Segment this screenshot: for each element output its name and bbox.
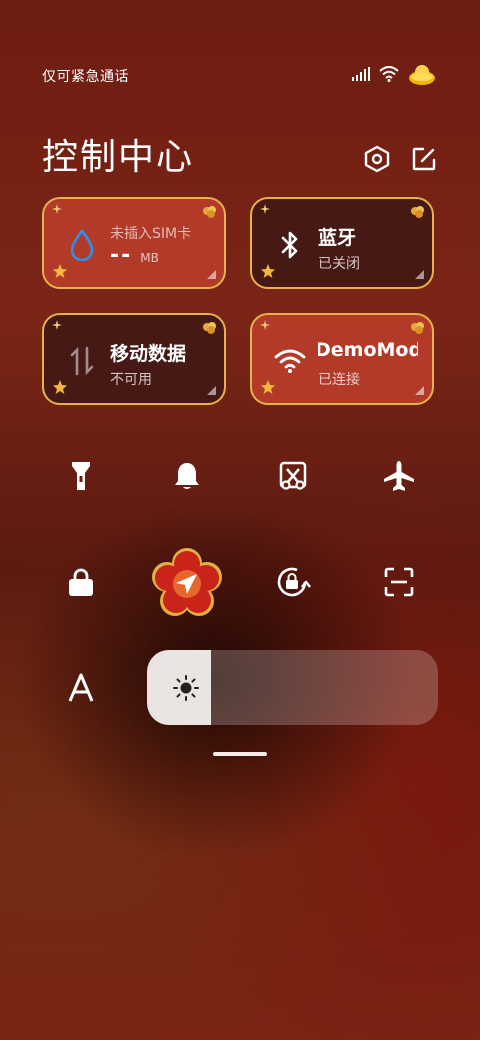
data-usage-readout: -- MB xyxy=(110,243,159,268)
brightness-slider[interactable] xyxy=(147,650,438,725)
font-size-button[interactable] xyxy=(53,660,109,716)
bluetooth-icon xyxy=(274,229,306,261)
wifi-name-clip: DemoMod xyxy=(318,339,418,361)
bluetooth-tile[interactable]: 蓝牙 已关闭 xyxy=(250,197,434,289)
sun-icon xyxy=(173,675,199,701)
ringer-button[interactable] xyxy=(159,448,215,504)
scan-icon xyxy=(384,567,414,597)
wifi-tile[interactable]: DemoMod 已连接 xyxy=(250,313,434,405)
sparkle-icon xyxy=(260,320,270,330)
mobile-data-title: 移动数据 xyxy=(110,343,187,365)
mobile-data-status: 不可用 xyxy=(110,372,152,388)
flower-deco-icon xyxy=(203,322,216,334)
expand-corner-icon xyxy=(207,270,216,279)
settings-hexagon-icon xyxy=(364,145,390,173)
airplane-icon xyxy=(384,461,414,491)
expand-corner-icon xyxy=(415,270,424,279)
flower-deco-icon xyxy=(203,206,216,218)
rotation-lock-button[interactable] xyxy=(265,554,321,610)
star-deco-icon xyxy=(53,264,67,278)
screen-cast-icon xyxy=(279,461,307,490)
location-icon xyxy=(152,548,222,616)
edit-icon xyxy=(412,147,436,171)
wifi-status-icon xyxy=(379,66,399,82)
expand-corner-icon xyxy=(415,386,424,395)
data-arrows-icon xyxy=(66,345,98,377)
wifi-icon xyxy=(274,345,306,377)
font-a-icon xyxy=(68,673,94,702)
home-indicator[interactable] xyxy=(213,752,267,756)
wifi-network-name: DemoMod xyxy=(318,339,418,361)
water-drop-icon xyxy=(66,229,98,261)
sparkle-icon xyxy=(260,204,270,214)
data-usage-tile[interactable]: 未插入SIM卡 -- MB xyxy=(42,197,226,289)
lock-screen-button[interactable] xyxy=(53,554,109,610)
status-icons xyxy=(352,62,436,86)
data-usage-unit: MB xyxy=(140,251,159,265)
edit-button[interactable] xyxy=(409,144,439,174)
wifi-status: 已连接 xyxy=(318,372,360,388)
flashlight-icon xyxy=(72,462,90,490)
lock-icon xyxy=(69,568,93,596)
mobile-data-tile[interactable]: 移动数据 不可用 xyxy=(42,313,226,405)
sparkle-icon xyxy=(52,204,62,214)
sim-status-label: 未插入SIM卡 xyxy=(110,226,192,242)
scan-button[interactable] xyxy=(371,554,427,610)
star-deco-icon xyxy=(261,264,275,278)
star-deco-icon xyxy=(53,380,67,394)
expand-corner-icon xyxy=(207,386,216,395)
bell-icon xyxy=(175,463,199,489)
star-deco-icon xyxy=(261,380,275,394)
airplane-mode-button[interactable] xyxy=(371,448,427,504)
flashlight-button[interactable] xyxy=(53,448,109,504)
flower-deco-icon xyxy=(411,206,424,218)
flower-deco-icon xyxy=(411,322,424,334)
settings-button[interactable] xyxy=(362,144,392,174)
bluetooth-status: 已关闭 xyxy=(318,256,360,272)
rotation-lock-icon xyxy=(277,567,311,597)
screenshot-button[interactable] xyxy=(265,448,321,504)
status-carrier-text: 仅可紧急通话 xyxy=(42,69,129,85)
sparkle-icon xyxy=(52,320,62,330)
gold-ingot-battery-icon xyxy=(409,65,435,85)
location-button[interactable] xyxy=(152,548,222,618)
data-usage-value: -- xyxy=(110,243,133,268)
signal-icon xyxy=(352,67,370,81)
page-title: 控制中心 xyxy=(42,137,195,178)
bluetooth-title: 蓝牙 xyxy=(318,227,357,249)
